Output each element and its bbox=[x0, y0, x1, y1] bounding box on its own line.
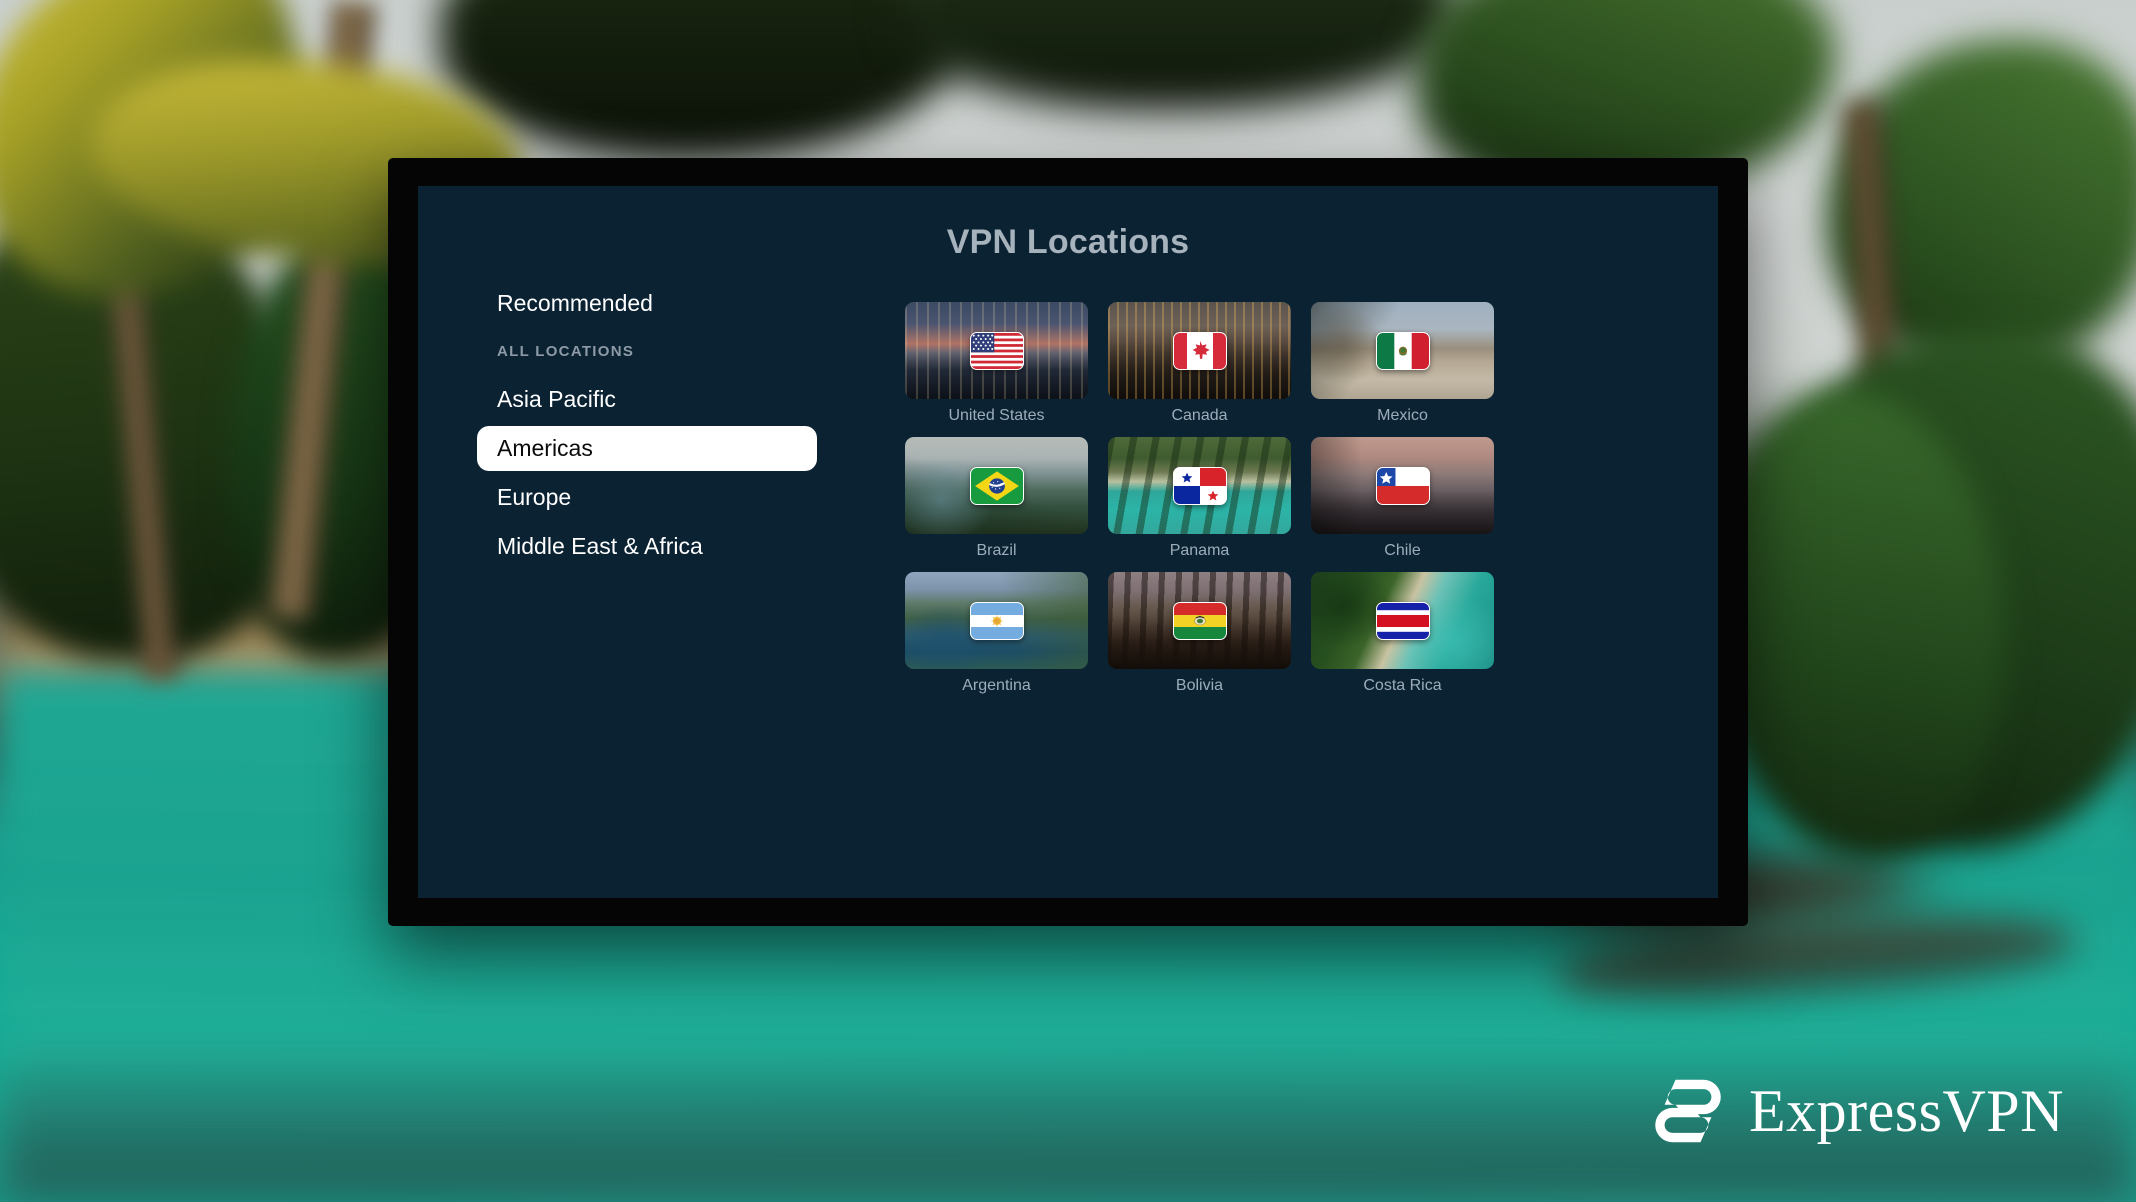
flag-canada-icon bbox=[1172, 331, 1227, 370]
television-bezel: VPN Locations Recommended ALL LOCATIONS … bbox=[388, 158, 1748, 926]
location-card-label: Brazil bbox=[976, 542, 1017, 559]
expressvpn-e-mark-icon bbox=[1649, 1072, 1727, 1150]
location-card-label: Bolivia bbox=[1175, 677, 1224, 694]
location-card-argentina[interactable]: Argentina bbox=[905, 572, 1088, 695]
flag-mexico-icon bbox=[1375, 331, 1430, 370]
location-card-mexico[interactable]: Mexico bbox=[1311, 302, 1494, 425]
flag-bolivia-icon bbox=[1172, 601, 1227, 640]
location-card-costa-rica[interactable]: Costa Rica bbox=[1311, 572, 1494, 695]
location-card-label: Costa Rica bbox=[1363, 677, 1442, 694]
flag-costa-rica-icon bbox=[1375, 601, 1430, 640]
sidebar-item-middle-east-and-africa[interactable]: Middle East & Africa bbox=[477, 524, 817, 569]
location-card-label: United States bbox=[948, 407, 1045, 424]
expressvpn-wordmark: ExpressVPN bbox=[1749, 1078, 2064, 1144]
location-thumbnail[interactable] bbox=[1108, 572, 1291, 669]
location-thumbnail[interactable] bbox=[905, 437, 1088, 534]
location-card-brazil[interactable]: Brazil bbox=[905, 437, 1088, 560]
location-card-united-states[interactable]: United States bbox=[905, 302, 1088, 425]
flag-panama-icon bbox=[1172, 466, 1227, 505]
location-card-panama[interactable]: Panama bbox=[1108, 437, 1291, 560]
location-thumbnail[interactable] bbox=[1311, 437, 1494, 534]
location-card-label: Chile bbox=[1384, 542, 1421, 559]
location-card-label: Panama bbox=[1169, 542, 1230, 559]
location-thumbnail[interactable] bbox=[1311, 302, 1494, 399]
location-card-label: Canada bbox=[1171, 407, 1228, 424]
sidebar-navigation: Recommended ALL LOCATIONS Asia Pacific A… bbox=[477, 281, 817, 569]
location-thumbnail[interactable] bbox=[905, 572, 1088, 669]
location-grid: United States Canada Mexico Brazil Panam… bbox=[905, 302, 1494, 695]
flag-brazil-icon bbox=[969, 466, 1024, 505]
sidebar-item-europe[interactable]: Europe bbox=[477, 475, 817, 520]
location-thumbnail[interactable] bbox=[1311, 572, 1494, 669]
location-card-chile[interactable]: Chile bbox=[1311, 437, 1494, 560]
sidebar-item-recommended[interactable]: Recommended bbox=[477, 281, 817, 326]
flag-argentina-icon bbox=[969, 601, 1024, 640]
sidebar-item-asia-pacific[interactable]: Asia Pacific bbox=[477, 377, 817, 422]
flag-chile-icon bbox=[1375, 466, 1430, 505]
location-card-label: Mexico bbox=[1377, 407, 1428, 424]
location-card-label: Argentina bbox=[962, 677, 1031, 694]
location-thumbnail[interactable] bbox=[1108, 302, 1291, 399]
flag-united-states-icon bbox=[969, 331, 1024, 370]
page-title: VPN Locations bbox=[946, 223, 1190, 261]
sidebar-item-americas[interactable]: Americas bbox=[477, 426, 817, 471]
location-card-bolivia[interactable]: Bolivia bbox=[1108, 572, 1291, 695]
location-thumbnail[interactable] bbox=[905, 302, 1088, 399]
tv-screen: VPN Locations Recommended ALL LOCATIONS … bbox=[418, 186, 1718, 898]
sidebar-section-label-all-locations: ALL LOCATIONS bbox=[497, 343, 635, 360]
location-card-canada[interactable]: Canada bbox=[1108, 302, 1291, 425]
location-thumbnail[interactable] bbox=[1108, 437, 1291, 534]
expressvpn-logo: ExpressVPN bbox=[1649, 1072, 2064, 1150]
